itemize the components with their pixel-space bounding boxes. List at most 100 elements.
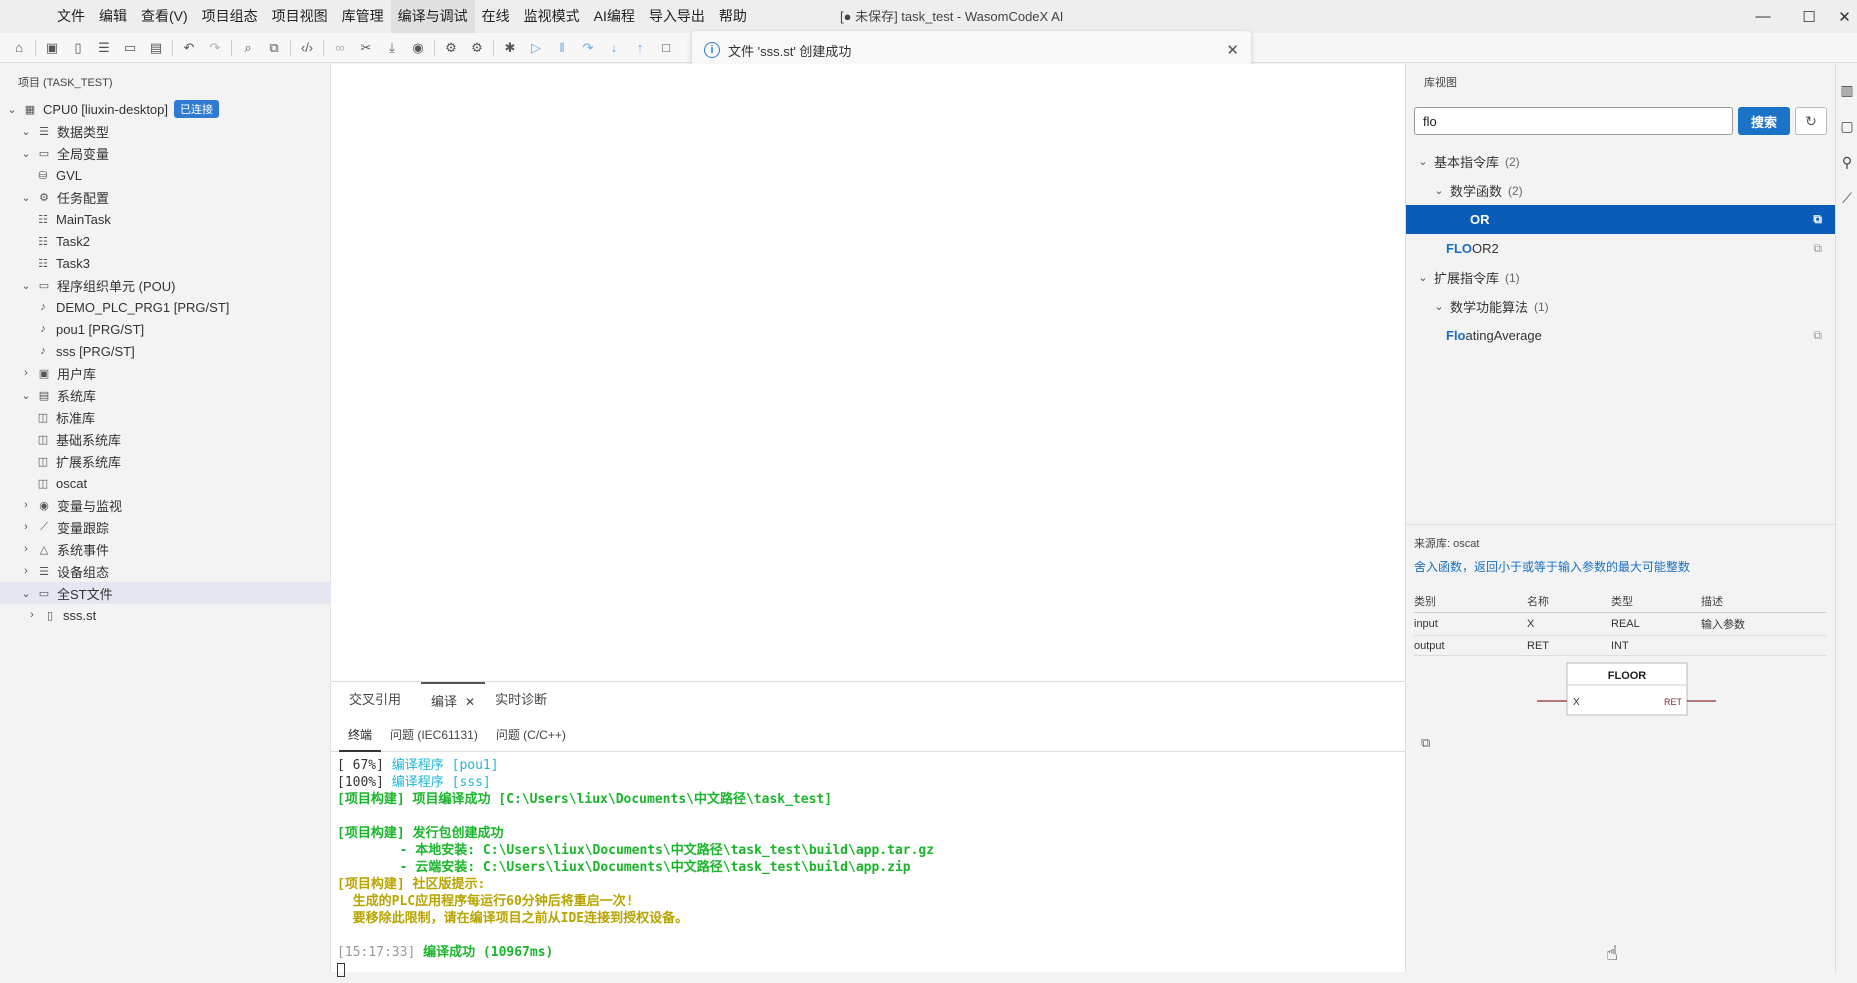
library-search-input[interactable] [1414,107,1733,135]
menu-ai[interactable]: AI编程 [587,0,642,33]
tree-item-sss[interactable]: ♪ sss [PRG/ST] [0,340,331,362]
subtab-problems-iec[interactable]: 问题 (IEC61131) [381,718,487,752]
menu-help[interactable]: 帮助 [712,0,754,33]
chevron-down-icon[interactable]: ⌄ [19,191,33,204]
tree-item-task-config[interactable]: ⌄ ⚙ 任务配置 [0,186,331,208]
tab-cross-reference[interactable]: 交叉引用 [339,682,411,718]
chevron-down-icon[interactable]: ⌄ [19,125,33,138]
tree-item-var-trace[interactable]: › ⟋ 变量跟踪 [0,516,331,538]
library-icon[interactable]: ▥ [1836,72,1857,108]
close-window-icon[interactable]: ✕ [1832,0,1857,33]
tree-item-pou1[interactable]: ♪ pou1 [PRG/ST] [0,318,331,340]
chevron-right-icon[interactable]: › [19,367,33,379]
lib-item-floor[interactable]: OR ⧉ [1406,205,1836,234]
lib-item-floor2[interactable]: FLO OR2 ⧉ [1406,234,1836,263]
chevron-down-icon[interactable]: ⌄ [5,103,19,116]
chevron-down-icon[interactable]: ⌄ [19,587,33,600]
tree-item-user-lib[interactable]: › ▣ 用户库 [0,362,331,384]
copy-icon[interactable]: ⧉ [1813,241,1822,256]
menu-build-debug[interactable]: 编译与调试 [390,0,475,33]
chevron-right-icon[interactable]: › [25,609,39,621]
copy-icon[interactable]: ⧉ [1813,328,1822,343]
tree-item-demo-plc[interactable]: ♪ DEMO_PLC_PRG1 [PRG/ST] [0,296,331,318]
home-icon[interactable]: ⌂ [6,35,32,61]
step-over-icon[interactable]: ↷ [575,35,601,61]
chevron-down-icon[interactable]: ⌄ [1416,155,1430,168]
search-button[interactable]: 搜索 [1738,107,1790,135]
close-icon[interactable]: ✕ [1226,41,1239,59]
tree-item-basic-lib[interactable]: ◫ 基础系统库 [0,428,331,450]
subtab-terminal[interactable]: 终端 [339,718,382,752]
device-icon[interactable]: ▯ [65,35,91,61]
chevron-down-icon[interactable]: ⌄ [1432,184,1446,197]
tree-item-system-lib[interactable]: ⌄ ▤ 系统库 [0,384,331,406]
tree-item-sys-events[interactable]: › △ 系统事件 [0,538,331,560]
save-icon[interactable]: ▤ [143,35,169,61]
tree-item-all-st[interactable]: ⌄ ▭ 全ST文件 [0,582,331,604]
lib-group-basic[interactable]: ⌄ 基本指令库 (2) [1406,147,1836,176]
tree-item-standard-lib[interactable]: ◫ 标准库 [0,406,331,428]
pause-icon[interactable]: ‖ [549,35,575,61]
chevron-down-icon[interactable]: ⌄ [19,279,33,292]
minimize-icon[interactable]: — [1740,0,1786,33]
tree-item-ext-lib[interactable]: ◫ 扩展系统库 [0,450,331,472]
stop-icon[interactable]: □ [653,35,679,61]
chevron-down-icon[interactable]: ⌄ [19,147,33,160]
code-icon[interactable]: ‹/› [294,35,320,61]
tab-compile[interactable]: 编译 ✕ [421,682,486,718]
chevron-right-icon[interactable]: › [19,543,33,555]
lib-group-math[interactable]: ⌄ 数学函数 (2) [1406,176,1836,205]
monitor-eye-icon[interactable]: ◉ [405,35,431,61]
refresh-icon[interactable]: ↻ [1795,107,1827,135]
maximize-icon[interactable]: ☐ [1786,0,1832,33]
chevron-right-icon[interactable]: › [19,565,33,577]
find-icon[interactable]: ⌕ [235,35,261,61]
menu-view[interactable]: 查看(V) [134,0,195,33]
chevron-down-icon[interactable]: ⌄ [1432,300,1446,313]
menu-edit[interactable]: 编辑 [92,0,134,33]
close-icon[interactable]: ✕ [465,695,475,709]
chevron-right-icon[interactable]: › [19,499,33,511]
tree-item-var-monitor[interactable]: › ◉ 变量与监视 [0,494,331,516]
replace-icon[interactable]: ⧉ [261,35,287,61]
run-icon[interactable]: ▷ [523,35,549,61]
tree-item-pou[interactable]: ⌄ ▭ 程序组织单元 (POU) [0,274,331,296]
step-out-icon[interactable]: ↑ [627,35,653,61]
new-file-icon[interactable]: ▣ [39,35,65,61]
link-icon[interactable]: ⟋ [1836,180,1857,216]
chevron-right-icon[interactable]: › [19,521,33,533]
redo-icon[interactable]: ↷ [202,35,228,61]
tree-item-cpu[interactable]: ⌄ ▦ CPU0 [liuxin-desktop] 已连接 [0,98,331,120]
lib-group-math-alg[interactable]: ⌄ 数学功能算法 (1) [1406,292,1836,321]
settings-icon[interactable]: ⚙ [438,35,464,61]
lib-group-ext[interactable]: ⌄ 扩展指令库 (1) [1406,263,1836,292]
tree-item-data-types[interactable]: ⌄ ☰ 数据类型 [0,120,331,142]
tree-item-device-config[interactable]: › ☰ 设备组态 [0,560,331,582]
list-icon[interactable]: ☰ [91,35,117,61]
step-into-icon[interactable]: ↓ [601,35,627,61]
debug-icon[interactable]: ✱ [497,35,523,61]
chevron-down-icon[interactable]: ⌄ [19,389,33,402]
menu-project-config[interactable]: 项目组态 [195,0,265,33]
lib-item-floating-average[interactable]: Flo atingAverage ⧉ [1406,321,1836,350]
subtab-problems-cpp[interactable]: 问题 (C/C++) [487,718,575,752]
tree-item-sss-st[interactable]: › ▯ sss.st [0,604,331,626]
link-icon[interactable]: ∞ [327,35,353,61]
tree-item-task2[interactable]: ☷ Task2 [0,230,331,252]
open-folder-icon[interactable]: ▭ [117,35,143,61]
tree-item-oscat[interactable]: ◫ oscat [0,472,331,494]
menu-project-view[interactable]: 项目视图 [265,0,335,33]
undo-icon[interactable]: ↶ [176,35,202,61]
menu-import-export[interactable]: 导入导出 [642,0,712,33]
plugin-icon[interactable]: ⚲ [1836,144,1857,180]
menu-library[interactable]: 库管理 [335,0,391,33]
tree-item-global-vars[interactable]: ⌄ ▭ 全局变量 [0,142,331,164]
menu-monitor[interactable]: 监视模式 [517,0,587,33]
download-icon[interactable]: ⤓ [379,35,405,61]
tree-item-gvl[interactable]: ⛁ GVL [0,164,331,186]
tree-item-maintask[interactable]: ☷ MainTask [0,208,331,230]
editor-area[interactable] [331,64,1405,681]
copy-icon[interactable]: ⧉ [1813,212,1822,227]
disconnect-icon[interactable]: ✂ [353,35,379,61]
tree-item-task3[interactable]: ☷ Task3 [0,252,331,274]
